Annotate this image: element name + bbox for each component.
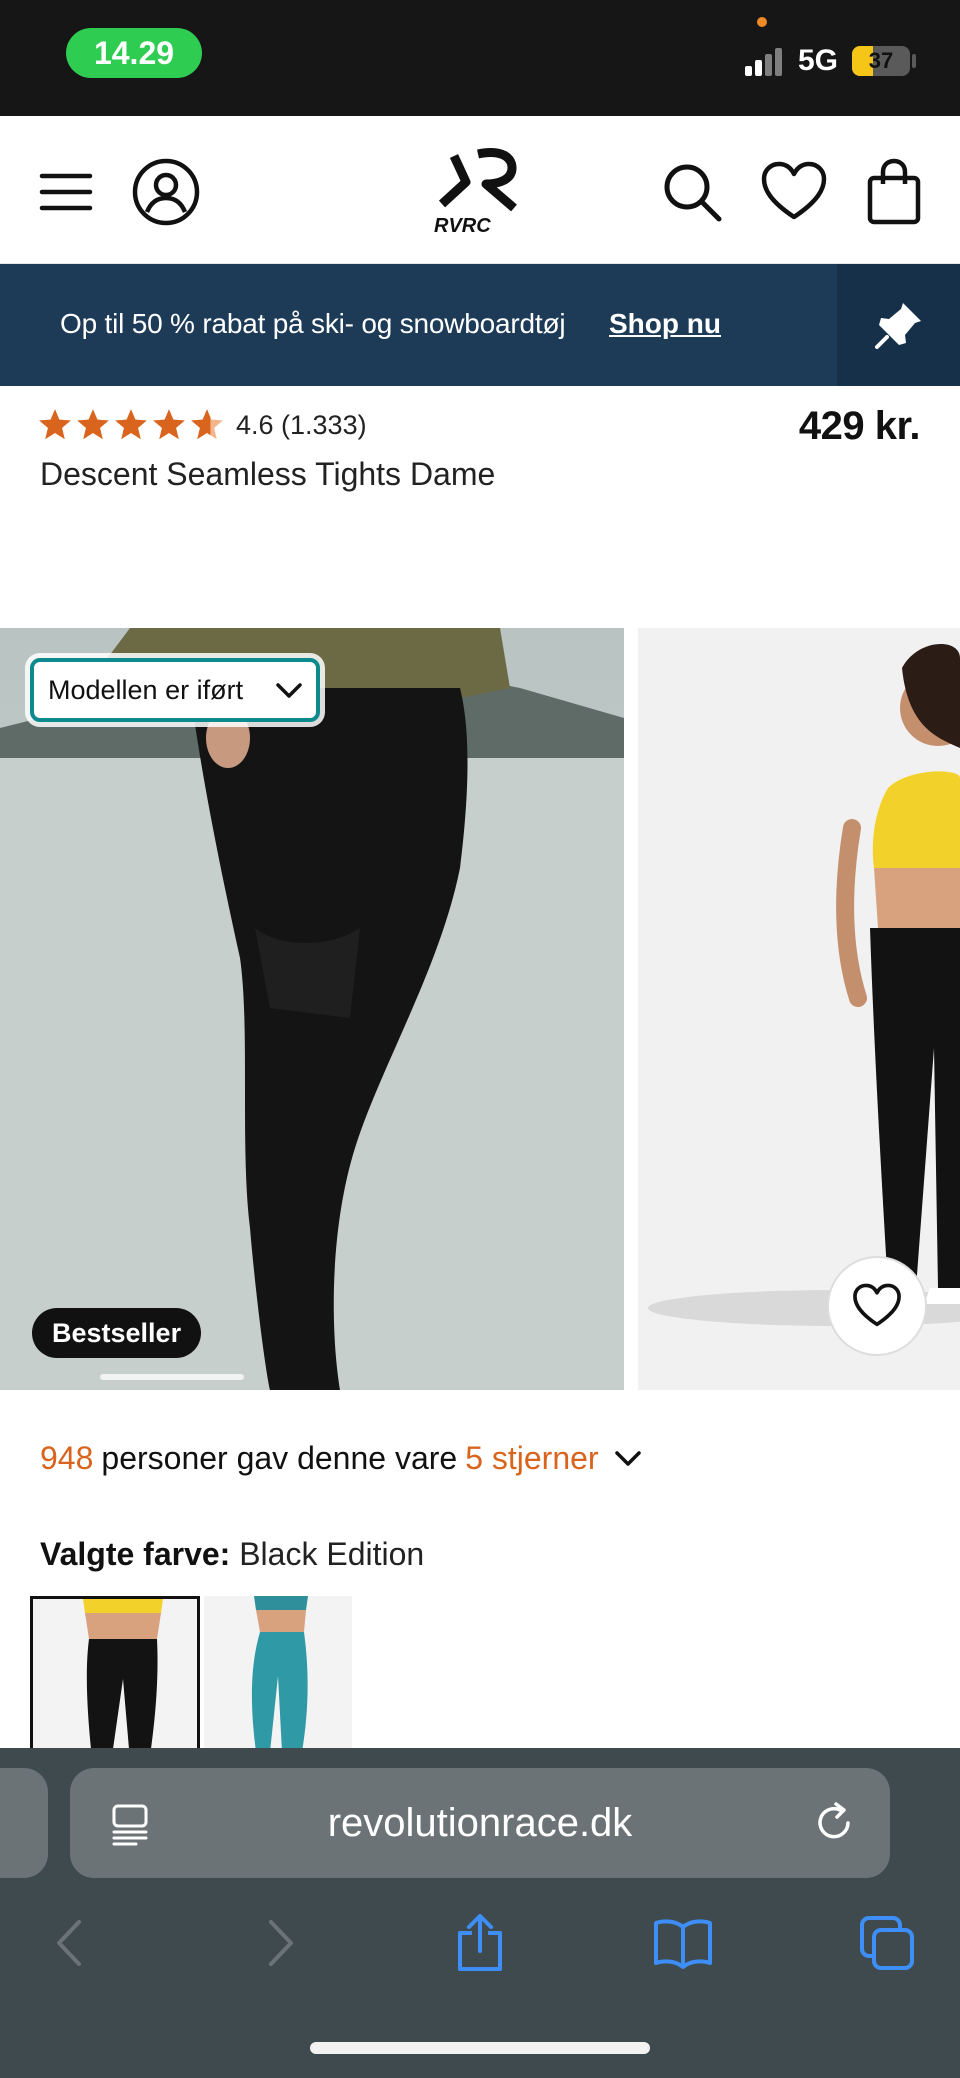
review-stars-label: 5 stjerner [465,1440,599,1476]
previous-tab-stub[interactable] [0,1768,48,1878]
battery-cap [912,54,916,68]
cellular-signal-icon [745,46,785,76]
site-header: RVRC [0,116,960,264]
bookmarks-button[interactable] [648,1908,718,1978]
back-button[interactable] [36,1908,106,1978]
cart-icon[interactable] [860,158,928,226]
selected-color-label: Valgte farve: [40,1536,231,1572]
url-text: revolutionrace.dk [327,1800,633,1845]
star-icon [191,409,223,440]
chevron-down-icon [614,1450,641,1466]
color-swatch-black-edition[interactable] [30,1596,200,1752]
model-worn-label: Modellen er iført [48,674,244,705]
home-indicator [310,2042,650,2054]
network-type: 5G [798,44,839,77]
review-summary-toggle[interactable]: 948 personer gav denne vare 5 stjerner [40,1440,643,1477]
tabs-icon [860,1916,914,1970]
rvrc-logo[interactable]: RVRC [426,142,536,238]
chevron-right-icon [269,1920,293,1966]
privacy-indicator-dot [757,17,767,27]
battery-percent: 37 [868,48,894,73]
search-icon[interactable] [658,158,726,226]
safari-bottom-bar: revolutionrace.dk [0,1748,960,2078]
selected-color-value: Black Edition [239,1536,425,1572]
shop-now-link[interactable]: Shop nu [609,308,721,340]
color-swatch-teal[interactable] [204,1596,352,1752]
forward-button[interactable] [244,1908,314,1978]
share-button[interactable] [445,1908,515,1978]
address-bar[interactable]: revolutionrace.dk [70,1768,890,1878]
bestseller-badge: Bestseller [32,1308,202,1358]
star-icon [39,409,71,440]
star-icon [153,409,185,440]
battery-icon: 37 [852,46,910,76]
gallery-scroll-indicator [100,1374,244,1380]
reload-icon[interactable] [812,1800,858,1846]
wishlist-icon[interactable] [760,158,828,226]
pin-icon [874,303,921,349]
clock-time: 14.29 [66,28,202,78]
menu-icon[interactable] [32,158,100,226]
status-bar: 14.29 5G 37 [0,0,960,116]
promo-text: Op til 50 % rabat på ski- og snowboardtø… [60,308,566,339]
book-icon [654,1919,712,1969]
star-icon [115,409,147,440]
star-icon [77,409,109,440]
review-count: 948 [40,1440,94,1476]
product-title: Descent Seamless Tights Dame [40,456,496,492]
share-icon [458,1914,502,1971]
rating-stars [38,408,224,442]
pin-button[interactable] [837,264,960,386]
product-price: 429 kr. [798,404,921,448]
logo-wordmark: RVRC [434,215,491,237]
product-photo-main[interactable]: Modellen er iført Bestseller [0,628,624,1390]
chevron-left-icon [57,1920,81,1966]
heart-icon [853,1283,901,1327]
selected-color: Valgte farve: Black Edition [40,1536,424,1573]
review-text: personer gav denne vare [101,1440,458,1476]
chevron-down-icon [276,683,302,698]
rating-summary[interactable]: 4.6 (1.333) [236,410,367,441]
account-icon[interactable] [132,158,200,226]
product-photo-secondary[interactable] [638,628,960,1390]
model-worn-dropdown[interactable]: Modellen er iført [30,658,320,722]
product-gallery[interactable]: Modellen er iført Bestseller [0,628,960,1390]
promo-banner[interactable]: Op til 50 % rabat på ski- og snowboardtø… [0,264,960,386]
add-to-wishlist-button[interactable] [827,1256,927,1356]
tabs-button[interactable] [852,1908,922,1978]
